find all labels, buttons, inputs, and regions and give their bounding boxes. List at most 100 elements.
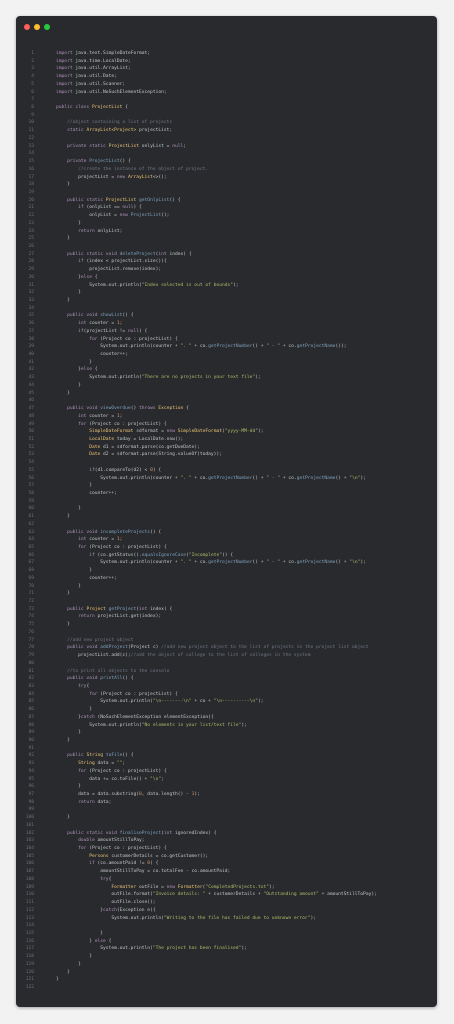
code-token: (Exception e){ xyxy=(116,907,156,913)
line-code: } xyxy=(56,590,70,598)
line-code: public void printAll() { xyxy=(56,675,133,683)
line-code: import java.util.Date; xyxy=(56,73,117,81)
code-line: 31 System.out.println("Index selected is… xyxy=(16,282,437,290)
line-number: 91 xyxy=(28,745,34,751)
code-token: onlyList; xyxy=(94,228,123,234)
code-token: import xyxy=(56,58,73,64)
code-line: 74 return projectList.get(index); xyxy=(16,613,437,621)
line-number: 92 xyxy=(28,753,34,759)
code-token: ". " xyxy=(180,344,192,350)
line-code: System.out.println(counter + ". " + co.g… xyxy=(56,475,366,483)
code-token: (onlyList == xyxy=(83,205,123,211)
line-number: 51 xyxy=(28,436,34,442)
code-line: 117 System.out.println("The project has … xyxy=(16,945,437,953)
code-editor[interactable]: 1 import java.text.SimpleDateFormat; 2 impo… xyxy=(16,50,437,992)
line-code: } xyxy=(56,567,92,575)
code-token: System.out.println( xyxy=(56,722,142,728)
code-token: ". " xyxy=(180,560,192,566)
line-code: if(projectList != null) { xyxy=(56,328,147,336)
line-code: onlyList = new ProjectList(); xyxy=(56,212,169,220)
code-token: { xyxy=(122,105,128,111)
line-code: public void incompleteProjects() { xyxy=(56,529,161,537)
code-token: } xyxy=(56,506,81,512)
line-number: 6 xyxy=(31,89,34,95)
code-token: new xyxy=(116,174,126,180)
code-token: return xyxy=(56,228,95,234)
line-number: 76 xyxy=(28,629,34,635)
line-code: System.out.println("No elements in your … xyxy=(56,722,247,730)
line-code: } xyxy=(56,953,92,961)
code-token: } xyxy=(56,930,104,936)
code-token: } xyxy=(56,591,70,597)
line-code: System.out.println("Writing to the file … xyxy=(56,915,316,923)
line-number: 55 xyxy=(28,467,34,473)
code-token: System.out.println( xyxy=(56,699,153,705)
code-token: { xyxy=(91,274,98,280)
line-code: } xyxy=(56,235,70,243)
code-window: 1 import java.text.SimpleDateFormat; 2 impo… xyxy=(16,16,437,1007)
code-token: ); xyxy=(360,475,366,481)
line-code: public Project getProject(int index) { xyxy=(56,606,172,614)
maximize-button[interactable] xyxy=(44,24,50,30)
code-token: //to print all objects to the console xyxy=(56,668,170,674)
line-number: 80 xyxy=(28,660,34,666)
line-code: } xyxy=(56,729,81,737)
code-token: projectList.remove(index); xyxy=(56,267,162,273)
line-code: public static void deleteProject(int ind… xyxy=(56,251,192,259)
line-code: int counter = 1; xyxy=(56,413,122,421)
line-number: 17 xyxy=(28,174,34,180)
code-line: 64 int counter = 1; xyxy=(16,536,437,544)
line-code: }else { xyxy=(56,274,98,282)
line-code: } xyxy=(56,976,59,984)
line-number: 38 xyxy=(28,336,34,342)
line-number: 84 xyxy=(28,691,34,697)
line-code: for (Project co : projectList) { xyxy=(56,421,167,429)
code-token: (Project co : projectList) { xyxy=(86,768,167,774)
code-line: 120 } xyxy=(16,969,437,977)
line-number: 87 xyxy=(28,714,34,720)
code-token: (d1.compareTo(d2) < xyxy=(94,467,151,473)
minimize-button[interactable] xyxy=(34,24,40,30)
code-token: equalsIgnoreCase xyxy=(141,552,187,558)
code-token: { xyxy=(86,683,90,689)
code-token: ); xyxy=(194,792,200,797)
code-token: "Outstanding amount" xyxy=(263,892,319,898)
code-line: 107 amountStillToPay = co.totalFee - co.… xyxy=(16,868,437,876)
line-code: //add new project object xyxy=(56,637,133,645)
line-code: }else { xyxy=(56,366,97,374)
code-token: + co. xyxy=(280,475,297,481)
code-token: (index < projectList.size()){ xyxy=(83,259,167,265)
code-line: 75 } xyxy=(16,621,437,629)
code-line: 42 }else { xyxy=(16,366,437,374)
line-number: 68 xyxy=(28,568,34,574)
line-number: 16 xyxy=(28,166,34,172)
code-token: () { xyxy=(122,676,134,682)
line-code: public static ProjectList getOnlyList() … xyxy=(56,197,180,205)
code-token: projectList.get(index); xyxy=(94,614,162,620)
line-number: 47 xyxy=(28,406,34,412)
code-token: addProject xyxy=(97,645,128,651)
code-token: "There are no projects in your text file… xyxy=(141,375,256,381)
code-line: 38 for (Project co : projectList) { xyxy=(16,336,437,344)
code-token: System.out.println( xyxy=(56,946,153,952)
close-button[interactable] xyxy=(24,24,30,30)
code-token: for xyxy=(56,336,98,342)
code-token: } xyxy=(56,969,70,975)
code-line: 47 public void viewOverdue() throws Exce… xyxy=(16,405,437,413)
code-token: index) { xyxy=(147,606,173,612)
line-number: 93 xyxy=(28,761,34,767)
line-number: 111 xyxy=(25,900,34,906)
code-token: d1 = sdformat.parse(co.getDueDate); xyxy=(100,444,200,450)
code-token: + co. xyxy=(280,560,297,566)
code-token: (Project co : projectList) { xyxy=(97,336,178,342)
line-number: 52 xyxy=(28,444,34,450)
code-line: 54 xyxy=(16,459,437,467)
code-token: { xyxy=(108,876,112,882)
line-code: return onlyList; xyxy=(56,228,122,236)
code-token: ) { xyxy=(133,205,142,211)
code-token: () + xyxy=(335,475,350,481)
code-token: static xyxy=(56,128,84,134)
line-number: 7 xyxy=(31,97,34,103)
line-code: //object containing a list of projects xyxy=(56,119,172,127)
line-number: 104 xyxy=(25,846,34,852)
